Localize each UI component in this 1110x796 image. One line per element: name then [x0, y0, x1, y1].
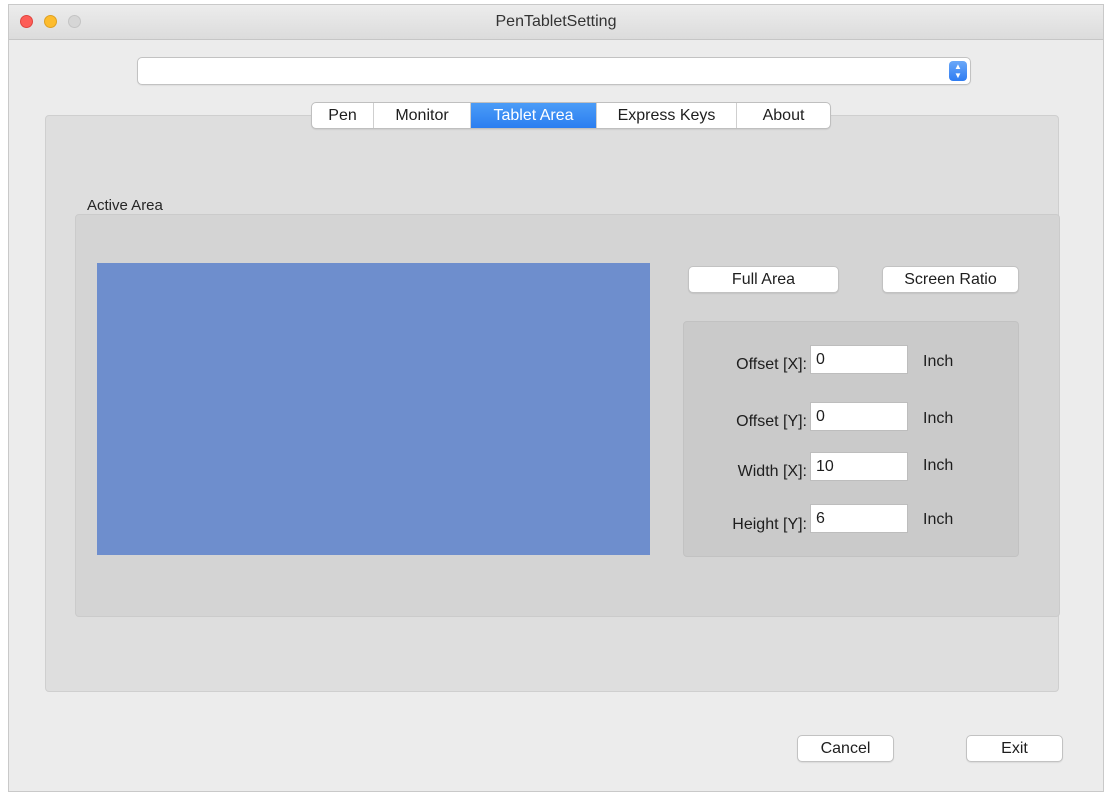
offset-x-input[interactable]: [810, 345, 908, 374]
tablet-area-preview[interactable]: [97, 263, 650, 555]
offset-y-label: Offset [Y]:: [736, 413, 807, 430]
tab-express-keys[interactable]: Express Keys: [597, 103, 737, 128]
height-y-unit: Inch: [923, 511, 954, 528]
offset-x-unit: Inch: [923, 353, 954, 370]
chevron-up-down-icon: ▲ ▼: [949, 61, 967, 81]
screen-ratio-button[interactable]: Screen Ratio: [882, 266, 1019, 293]
height-y-input[interactable]: [810, 504, 908, 533]
window-title: PenTabletSetting: [495, 13, 617, 30]
tab-bar: Pen Monitor Tablet Area Express Keys Abo…: [311, 102, 831, 129]
title-bar: PenTabletSetting: [9, 5, 1103, 40]
tab-monitor[interactable]: Monitor: [374, 103, 471, 128]
full-area-button[interactable]: Full Area: [688, 266, 839, 293]
tab-tablet-area[interactable]: Tablet Area: [471, 103, 597, 128]
width-x-input[interactable]: [810, 452, 908, 481]
active-area-label: Active Area: [87, 197, 163, 214]
tab-pen[interactable]: Pen: [312, 103, 374, 128]
exit-button[interactable]: Exit: [966, 735, 1063, 762]
height-y-label: Height [Y]:: [732, 516, 807, 533]
offset-y-input[interactable]: [810, 402, 908, 431]
offset-x-label: Offset [X]:: [736, 356, 807, 373]
tab-about[interactable]: About: [737, 103, 830, 128]
offset-y-unit: Inch: [923, 410, 954, 427]
width-x-unit: Inch: [923, 457, 954, 474]
width-x-label: Width [X]:: [737, 463, 807, 480]
cancel-button[interactable]: Cancel: [797, 735, 894, 762]
device-select[interactable]: ▲ ▼: [137, 57, 971, 85]
